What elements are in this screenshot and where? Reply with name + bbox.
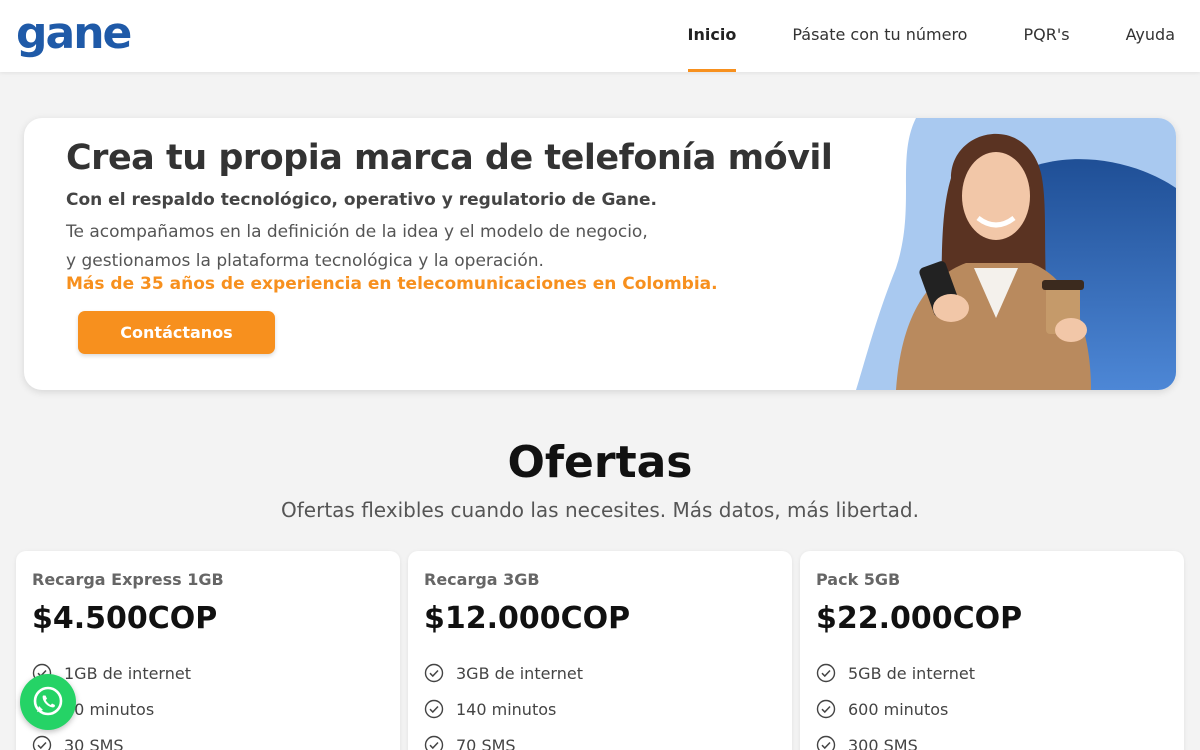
- hero-description: Te acompañamos en la definición de la id…: [66, 218, 648, 276]
- hero-subtitle: Con el respaldo tecnológico, operativo y…: [66, 190, 657, 210]
- offer-feature: 600 minutos: [816, 698, 948, 720]
- feature-label: 1GB de internet: [64, 663, 191, 683]
- offers-subtitle: Ofertas flexibles cuando las necesites. …: [281, 498, 919, 522]
- offer-feature: 70 SMS: [424, 734, 516, 750]
- gane-logo[interactable]: gane: [16, 8, 132, 60]
- hero-description-line2: y gestionamos la plataforma tecnológica …: [66, 251, 544, 271]
- check-circle-icon: [32, 735, 52, 750]
- whatsapp-button[interactable]: [20, 674, 76, 730]
- check-circle-icon: [816, 699, 836, 719]
- nav-item-ayuda[interactable]: Ayuda: [1098, 0, 1200, 72]
- check-circle-icon: [816, 663, 836, 683]
- check-circle-icon: [816, 735, 836, 750]
- offer-name: Recarga Express 1GB: [32, 570, 224, 589]
- feature-label: 3GB de internet: [456, 663, 583, 683]
- check-circle-icon: [424, 735, 444, 750]
- offer-name: Recarga 3GB: [424, 570, 540, 589]
- hero-woman-phone-image: [856, 118, 1176, 390]
- offer-card[interactable]: Recarga 3GB $12.000COP 3GB de internet 1…: [408, 551, 792, 750]
- check-circle-icon: [424, 699, 444, 719]
- hero-description-line1: Te acompañamos en la definición de la id…: [66, 222, 648, 242]
- hero-title: Crea tu propia marca de telefonía móvil: [66, 138, 833, 178]
- feature-label: 140 minutos: [456, 699, 557, 719]
- nav-item-pasate[interactable]: Pásate con tu número: [764, 0, 995, 72]
- offer-feature: 140 minutos: [424, 698, 556, 720]
- feature-label: 60 minutos: [64, 699, 155, 719]
- nav-item-inicio[interactable]: Inicio: [660, 0, 765, 72]
- offer-feature: 30 SMS: [32, 734, 124, 750]
- nav-item-pqrs[interactable]: PQR's: [995, 0, 1097, 72]
- offer-name: Pack 5GB: [816, 570, 901, 589]
- offer-price: $22.000COP: [816, 601, 1023, 636]
- main-nav: Inicio Pásate con tu número PQR's Ayuda: [660, 0, 1200, 72]
- site-header: gane Inicio Pásate con tu número PQR's A…: [0, 0, 1200, 72]
- hero-highlight: Más de 35 años de experiencia en telecom…: [66, 274, 718, 294]
- offers-title: Ofertas: [507, 437, 693, 488]
- feature-label: 300 SMS: [848, 735, 918, 750]
- feature-label: 600 minutos: [848, 699, 949, 719]
- feature-label: 5GB de internet: [848, 663, 975, 683]
- feature-label: 70 SMS: [456, 735, 516, 750]
- offer-price: $4.500COP: [32, 601, 218, 636]
- feature-label: 30 SMS: [64, 735, 124, 750]
- whatsapp-icon: [33, 686, 63, 716]
- contact-button[interactable]: Contáctanos: [78, 311, 275, 354]
- check-circle-icon: [424, 663, 444, 683]
- offer-feature: 5GB de internet: [816, 662, 975, 684]
- offer-feature: 300 SMS: [816, 734, 918, 750]
- offer-price: $12.000COP: [424, 601, 631, 636]
- hero-banner: Crea tu propia marca de telefonía móvil …: [24, 118, 1176, 390]
- offer-feature: 3GB de internet: [424, 662, 583, 684]
- offer-card[interactable]: Pack 5GB $22.000COP 5GB de internet 600 …: [800, 551, 1184, 750]
